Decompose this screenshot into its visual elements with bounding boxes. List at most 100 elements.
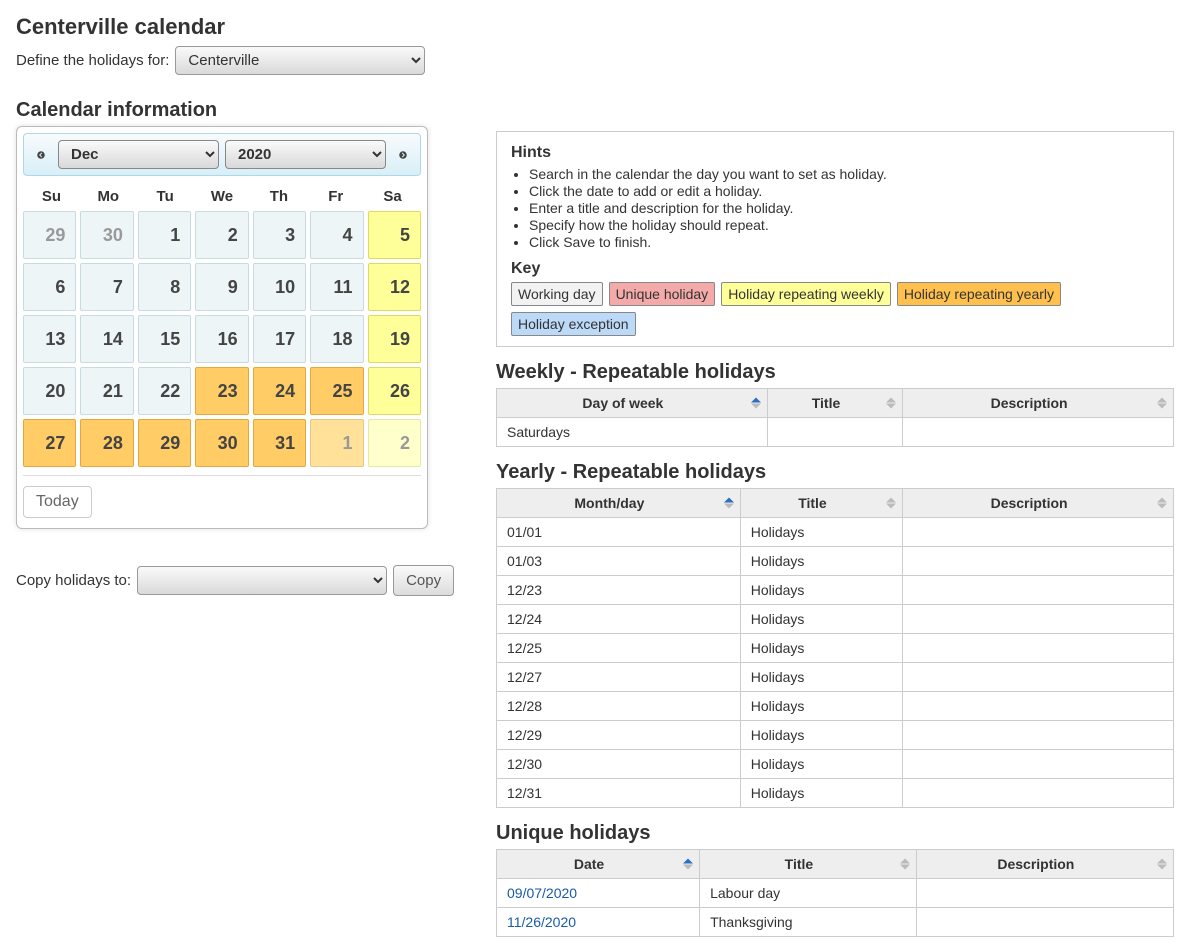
hint-item: Click the date to add or edit a holiday.: [529, 183, 1159, 199]
calendar-day[interactable]: 30: [195, 419, 248, 467]
sort-icon: [1157, 498, 1167, 509]
column-header[interactable]: Month/day: [497, 489, 741, 518]
calendar-day[interactable]: 7: [80, 263, 133, 311]
hints-title: Hints: [511, 144, 1159, 162]
column-header[interactable]: Description: [903, 389, 1174, 418]
hint-item: Search in the calendar the day you want …: [529, 166, 1159, 182]
table-cell: Holidays: [740, 750, 902, 779]
copy-button[interactable]: Copy: [393, 565, 454, 596]
calendar-day[interactable]: 4: [310, 211, 363, 259]
chevron-left-icon: [36, 146, 46, 164]
table-row: 12/29Holidays: [497, 721, 1174, 750]
calendar-day[interactable]: 1: [310, 419, 363, 467]
calendar-day[interactable]: 16: [195, 315, 248, 363]
dow-label: Sa: [364, 182, 421, 211]
yearly-table: Month/dayTitleDescription01/01Holidays01…: [496, 488, 1174, 808]
copy-select[interactable]: [137, 566, 387, 595]
unique-table: DateTitleDescription09/07/2020Labour day…: [496, 849, 1174, 937]
calendar-day[interactable]: 10: [253, 263, 306, 311]
calendar-day[interactable]: 21: [80, 367, 133, 415]
calendar-day[interactable]: 18: [310, 315, 363, 363]
next-month-button[interactable]: [392, 144, 414, 166]
table-row: 12/31Holidays: [497, 779, 1174, 808]
sort-icon: [751, 398, 761, 409]
column-header[interactable]: Title: [767, 389, 902, 418]
table-cell: 01/03: [497, 547, 741, 576]
table-cell: 12/29: [497, 721, 741, 750]
calendar-day[interactable]: 2: [195, 211, 248, 259]
calendar-day[interactable]: 12: [368, 263, 421, 311]
table-cell: 12/27: [497, 663, 741, 692]
prev-month-button[interactable]: [30, 144, 52, 166]
table-row: 12/28Holidays: [497, 692, 1174, 721]
table-cell: [903, 634, 1174, 663]
table-row: 11/26/2020 Thanksgiving: [497, 908, 1174, 937]
column-header[interactable]: Day of week: [497, 389, 768, 418]
table-cell: Thanksgiving: [700, 908, 917, 937]
calendar-day[interactable]: 20: [23, 367, 76, 415]
calendar-day[interactable]: 24: [253, 367, 306, 415]
calendar-day[interactable]: 30: [80, 211, 133, 259]
table-cell: Holidays: [740, 721, 902, 750]
date-link[interactable]: 11/26/2020: [507, 914, 576, 930]
calendar-day[interactable]: 13: [23, 315, 76, 363]
calendar-day[interactable]: 26: [368, 367, 421, 415]
calendar-info-heading: Calendar information: [16, 99, 476, 122]
calendar-day[interactable]: 2: [368, 419, 421, 467]
tag-yearly-holiday: Holiday repeating yearly: [897, 282, 1061, 306]
calendar-day[interactable]: 29: [23, 211, 76, 259]
hints-card: Hints Search in the calendar the day you…: [496, 131, 1174, 347]
table-row: 01/03Holidays: [497, 547, 1174, 576]
calendar-day[interactable]: 6: [23, 263, 76, 311]
calendar-day[interactable]: 14: [80, 315, 133, 363]
page-title: Centerville calendar: [16, 14, 1174, 40]
calendar-day[interactable]: 22: [138, 367, 191, 415]
calendar-day[interactable]: 19: [368, 315, 421, 363]
column-header[interactable]: Title: [740, 489, 902, 518]
calendar-day[interactable]: 5: [368, 211, 421, 259]
key-title: Key: [511, 260, 1159, 278]
today-button[interactable]: Today: [23, 486, 92, 518]
month-select[interactable]: Dec: [58, 140, 219, 169]
table-row: 09/07/2020Labour day: [497, 879, 1174, 908]
table-cell: Saturdays: [497, 418, 768, 447]
calendar-day[interactable]: 11: [310, 263, 363, 311]
calendar-day[interactable]: 25: [310, 367, 363, 415]
column-header[interactable]: Date: [497, 850, 700, 879]
table-cell: [903, 663, 1174, 692]
table-cell: Holidays: [740, 518, 902, 547]
calendar-day[interactable]: 8: [138, 263, 191, 311]
table-cell: 01/01: [497, 518, 741, 547]
table-cell: Holidays: [740, 663, 902, 692]
sort-icon: [886, 398, 896, 409]
define-select[interactable]: Centerville: [175, 46, 425, 75]
calendar-day[interactable]: 31: [253, 419, 306, 467]
calendar-day[interactable]: 27: [23, 419, 76, 467]
table-cell: 12/31: [497, 779, 741, 808]
dow-label: Fr: [307, 182, 364, 211]
column-header[interactable]: Title: [700, 850, 917, 879]
calendar-day[interactable]: 1: [138, 211, 191, 259]
table-cell: 12/30: [497, 750, 741, 779]
year-select[interactable]: 2020: [225, 140, 386, 169]
column-header[interactable]: Description: [916, 850, 1173, 879]
calendar-day[interactable]: 23: [195, 367, 248, 415]
date-link[interactable]: 09/07/2020: [507, 885, 577, 901]
tag-weekly-holiday: Holiday repeating weekly: [721, 282, 891, 306]
table-cell: Holidays: [740, 605, 902, 634]
sort-icon: [1157, 398, 1167, 409]
table-row: 12/30Holidays: [497, 750, 1174, 779]
tag-working-day: Working day: [511, 282, 603, 306]
calendar-day[interactable]: 17: [253, 315, 306, 363]
calendar-day[interactable]: 29: [138, 419, 191, 467]
sort-icon: [724, 498, 734, 509]
column-header[interactable]: Description: [903, 489, 1174, 518]
table-cell: Holidays: [740, 547, 902, 576]
calendar-day[interactable]: 3: [253, 211, 306, 259]
calendar-day[interactable]: 15: [138, 315, 191, 363]
table-cell: Holidays: [740, 634, 902, 663]
table-cell: [903, 418, 1174, 447]
calendar-day[interactable]: 9: [195, 263, 248, 311]
table-cell: [903, 692, 1174, 721]
calendar-day[interactable]: 28: [80, 419, 133, 467]
